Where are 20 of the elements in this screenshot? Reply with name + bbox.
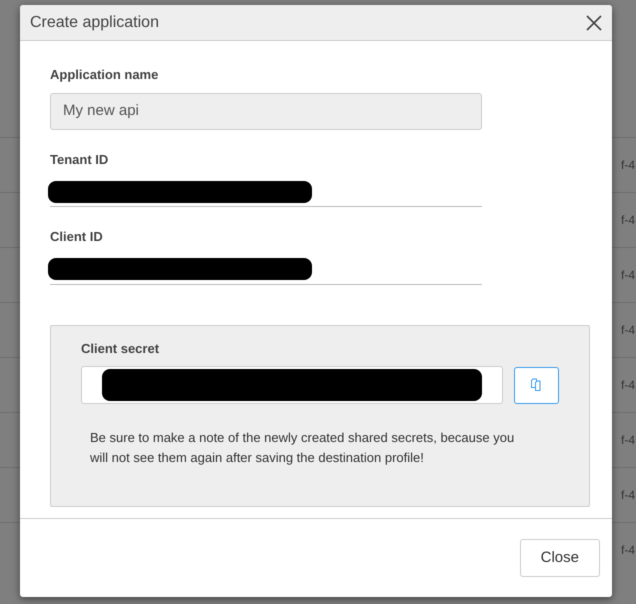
table-cell-text: f-4: [620, 542, 635, 559]
field-label: Client ID: [50, 228, 104, 246]
table-cell-text: f-4: [620, 157, 635, 174]
close-button[interactable]: Close: [520, 539, 600, 577]
field-label: Client secret: [81, 340, 160, 358]
copy-button[interactable]: [514, 366, 559, 404]
copy-icon: [530, 378, 544, 392]
table-cell-text: f-4: [620, 487, 635, 504]
table-cell-text: f-4: [620, 212, 635, 229]
field-label: Application name: [50, 66, 160, 84]
table-cell-text: f-4: [620, 432, 635, 449]
note-text: Be sure to make a note of the newly created shared secrets, because you will not see them again after saving the destination profile!: [90, 429, 516, 467]
close-icon[interactable]: [586, 14, 602, 30]
table-cell-text: f-4: [620, 377, 635, 394]
dialog-title: Create application: [30, 12, 159, 32]
field-label: Tenant ID: [50, 150, 110, 168]
table-cell-text: f-4: [620, 322, 635, 339]
table-cell-text: f-4: [620, 267, 635, 284]
input-field[interactable]: My new api: [50, 92, 482, 130]
input-field[interactable]: [81, 366, 503, 404]
